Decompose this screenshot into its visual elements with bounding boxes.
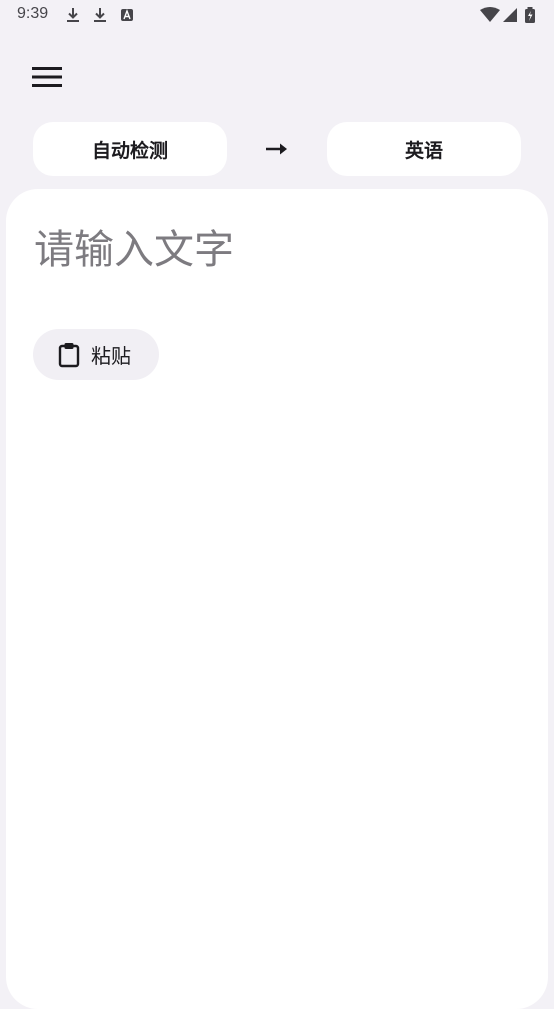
- paste-button[interactable]: 粘贴: [33, 329, 159, 380]
- source-text-input[interactable]: [34, 220, 514, 280]
- status-time: 9:39: [17, 5, 49, 22]
- download-icon: [94, 8, 106, 22]
- source-language-button[interactable]: 自动检测: [33, 122, 227, 176]
- paste-label: 粘贴: [91, 344, 131, 368]
- battery-icon: [525, 7, 535, 23]
- clipboard-icon: [58, 342, 80, 367]
- wifi-icon: [480, 7, 500, 22]
- hamburger-menu-icon: [32, 67, 62, 87]
- menu-button[interactable]: [24, 58, 70, 96]
- signal-icon: [503, 8, 517, 22]
- target-language-label: 英语: [404, 139, 443, 162]
- source-language-label: 自动检测: [91, 139, 168, 162]
- translate-app-icon: [121, 9, 133, 21]
- arrow-right-icon: [266, 143, 287, 155]
- download-icon: [67, 8, 79, 22]
- status-bar: 9:39: [0, 0, 554, 32]
- target-language-button[interactable]: 英语: [327, 122, 521, 176]
- translation-input-card: [6, 189, 548, 1009]
